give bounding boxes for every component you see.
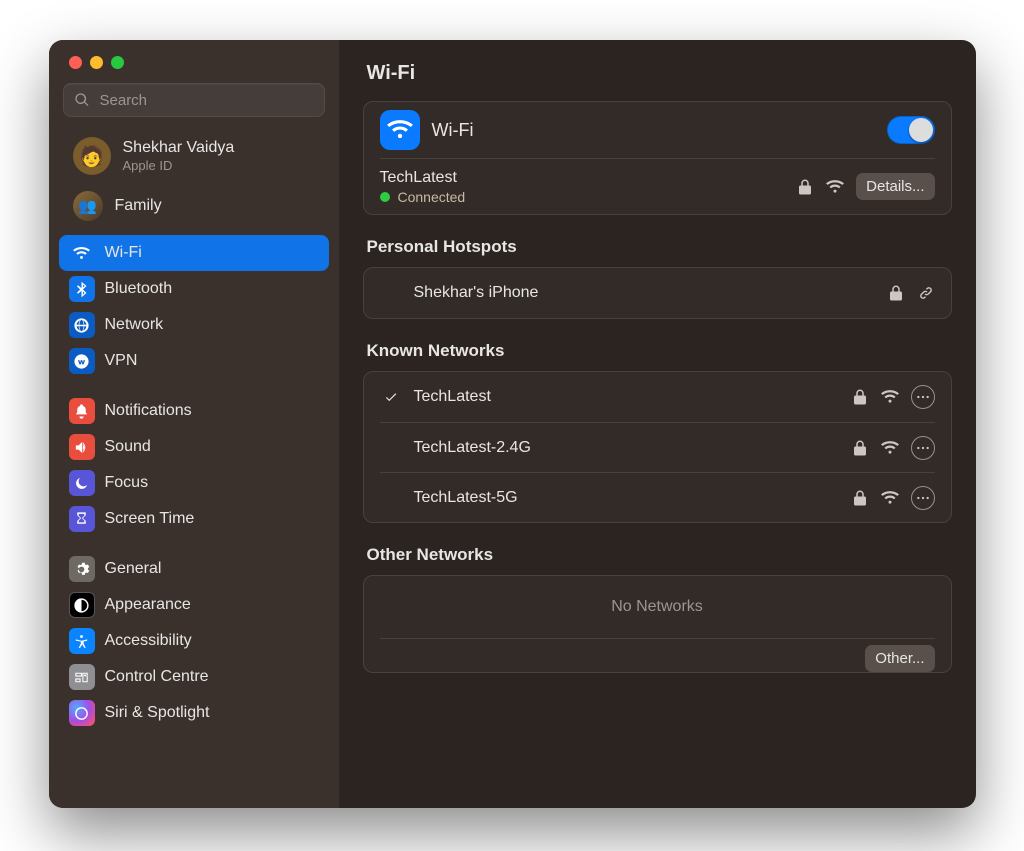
page-title: Wi-Fi <box>367 62 948 85</box>
gear-icon <box>69 556 95 582</box>
network-options-button[interactable] <box>911 436 935 460</box>
sidebar-item-label: Screen Time <box>105 510 195 528</box>
wifi-status-card: Wi-Fi TechLatest Connected D <box>363 101 952 215</box>
sidebar-item-label: VPN <box>105 352 138 370</box>
family-avatar: 👥 <box>73 191 103 221</box>
sidebar-item-wifi[interactable]: Wi-Fi <box>59 235 329 271</box>
main-header: Wi-Fi <box>339 40 976 101</box>
wifi-signal-icon <box>881 388 899 406</box>
settings-window: 🧑 Shekhar Vaidya Apple ID 👥 Family Wi-Fi… <box>49 40 976 808</box>
details-button[interactable]: Details... <box>856 173 934 200</box>
window-controls <box>49 40 339 83</box>
search-icon <box>74 92 90 108</box>
sidebar-item-label: Notifications <box>105 402 192 420</box>
other-networks-card: No Networks Other... <box>363 575 952 673</box>
family-row[interactable]: 👥 Family <box>55 185 333 227</box>
main-pane: Wi-Fi Wi-Fi TechLatest <box>339 40 976 808</box>
known-network-row[interactable]: TechLatest-2.4G <box>380 422 935 472</box>
status-dot-icon <box>380 192 390 202</box>
sidebar-item-controlcentre[interactable]: Control Centre <box>59 659 329 695</box>
user-name: Shekhar Vaidya <box>123 138 235 158</box>
no-networks-label: No Networks <box>380 576 935 638</box>
bluetooth-icon <box>69 276 95 302</box>
other-networks-title: Other Networks <box>367 545 952 565</box>
network-name: TechLatest <box>414 388 491 406</box>
wifi-toggle[interactable] <box>887 116 935 144</box>
zoom-window-button[interactable] <box>111 56 124 69</box>
lock-icon <box>851 489 869 507</box>
network-name: TechLatest-5G <box>414 489 518 507</box>
sidebar-item-siri[interactable]: Siri & Spotlight <box>59 695 329 731</box>
sidebar-item-label: General <box>105 560 162 578</box>
user-sublabel: Apple ID <box>123 158 235 174</box>
siri-icon <box>69 700 95 726</box>
network-options-button[interactable] <box>911 486 935 510</box>
accessibility-icon <box>69 628 95 654</box>
sidebar-item-label: Control Centre <box>105 668 209 686</box>
search-field[interactable] <box>63 83 325 117</box>
sidebar-item-bluetooth[interactable]: Bluetooth <box>59 271 329 307</box>
sidebar-item-label: Network <box>105 316 164 334</box>
close-window-button[interactable] <box>69 56 82 69</box>
sidebar-item-label: Appearance <box>105 596 191 614</box>
sidebar-item-label: Accessibility <box>105 632 192 650</box>
other-network-button[interactable]: Other... <box>865 645 934 672</box>
hotspot-row[interactable]: Shekhar's iPhone <box>380 268 935 318</box>
hotspot-name: Shekhar's iPhone <box>414 284 539 302</box>
wifi-icon <box>69 240 95 266</box>
bell-icon <box>69 398 95 424</box>
wifi-signal-icon <box>881 439 899 457</box>
apple-id-row[interactable]: 🧑 Shekhar Vaidya Apple ID <box>55 131 333 181</box>
sidebar-item-notifications[interactable]: Notifications <box>59 393 329 429</box>
personal-hotspots-title: Personal Hotspots <box>367 237 952 257</box>
search-input[interactable] <box>98 91 314 110</box>
hotspot-link-icon <box>917 284 935 302</box>
sidebar-item-label: Focus <box>105 474 149 492</box>
lock-icon <box>851 439 869 457</box>
lock-icon <box>887 284 905 302</box>
sidebar-item-focus[interactable]: Focus <box>59 465 329 501</box>
controlcentre-icon <box>69 664 95 690</box>
sidebar-item-general[interactable]: General <box>59 551 329 587</box>
current-network-status: Connected <box>380 189 466 205</box>
connected-check-icon <box>380 390 402 404</box>
network-options-button[interactable] <box>911 385 935 409</box>
minimize-window-button[interactable] <box>90 56 103 69</box>
sidebar-item-label: Bluetooth <box>105 280 173 298</box>
known-networks-list: TechLatest TechLatest-2.4G TechLatest-5G <box>363 371 952 523</box>
sidebar-item-label: Siri & Spotlight <box>105 704 210 722</box>
user-avatar: 🧑 <box>73 137 111 175</box>
hourglass-icon <box>69 506 95 532</box>
wifi-signal-icon <box>826 178 844 196</box>
sidebar-item-accessibility[interactable]: Accessibility <box>59 623 329 659</box>
globe-icon <box>69 312 95 338</box>
known-networks-title: Known Networks <box>367 341 952 361</box>
speaker-icon <box>69 434 95 460</box>
family-label: Family <box>115 197 162 215</box>
wifi-signal-icon <box>881 489 899 507</box>
moon-icon <box>69 470 95 496</box>
sidebar-item-vpn[interactable]: VPN <box>59 343 329 379</box>
sidebar-item-label: Sound <box>105 438 151 456</box>
wifi-app-icon <box>380 110 420 150</box>
lock-icon <box>796 178 814 196</box>
current-network-name: TechLatest <box>380 169 466 187</box>
sidebar-item-sound[interactable]: Sound <box>59 429 329 465</box>
network-name: TechLatest-2.4G <box>414 439 531 457</box>
wifi-label: Wi-Fi <box>432 120 474 141</box>
sidebar-item-appearance[interactable]: Appearance <box>59 587 329 623</box>
sidebar-item-label: Wi-Fi <box>105 244 142 262</box>
lock-icon <box>851 388 869 406</box>
vpn-icon <box>69 348 95 374</box>
known-network-row[interactable]: TechLatest-5G <box>380 472 935 522</box>
known-network-row[interactable]: TechLatest <box>380 372 935 422</box>
personal-hotspots-list: Shekhar's iPhone <box>363 267 952 319</box>
appearance-icon <box>69 592 95 618</box>
sidebar: 🧑 Shekhar Vaidya Apple ID 👥 Family Wi-Fi… <box>49 40 339 808</box>
sidebar-item-network[interactable]: Network <box>59 307 329 343</box>
sidebar-item-screentime[interactable]: Screen Time <box>59 501 329 537</box>
